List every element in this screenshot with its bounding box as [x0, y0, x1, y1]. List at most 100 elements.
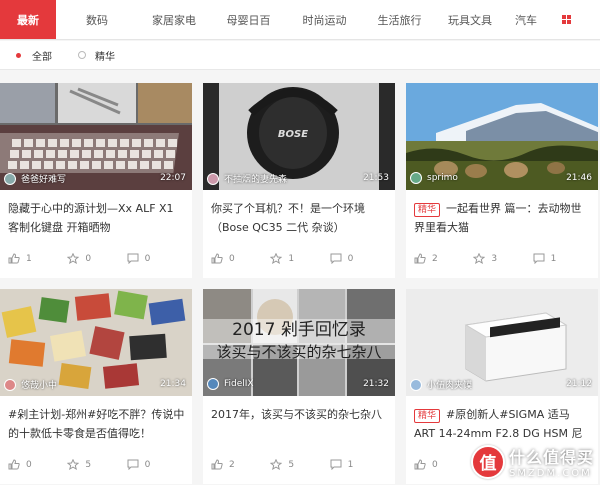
- post-time: 21:12: [566, 379, 592, 389]
- favorite-button[interactable]: 5: [67, 459, 126, 470]
- collage-caption-line1: 2017 剁手回忆录: [232, 320, 366, 340]
- grid-view-icon[interactable]: [549, 0, 583, 39]
- article-title[interactable]: 你买了个耳机？不！是一个环境（Bose QC35 二代 杂谈）: [211, 199, 389, 239]
- star-icon: [67, 253, 80, 264]
- tab-latest[interactable]: 最新: [0, 0, 56, 39]
- favorite-button[interactable]: 5: [270, 459, 329, 470]
- article-title[interactable]: 隐藏于心中的源计划—Xx ALF X1 客制化键盘 开箱晒物: [8, 199, 186, 239]
- like-count: 2: [432, 253, 438, 264]
- comment-count: 0: [144, 459, 151, 470]
- like-count: 0: [432, 459, 438, 470]
- card-author[interactable]: FidelIX: [207, 378, 254, 390]
- author-name: 小伍肉夹馍: [427, 381, 473, 391]
- tab-toys-stationery[interactable]: 玩具文具: [437, 0, 503, 39]
- tab-life-travel[interactable]: 生活旅行: [362, 0, 437, 39]
- article-card[interactable]: 2017 剁手回忆录 该买与不该买的杂七杂八 FidelIX 21:32 201…: [203, 289, 395, 484]
- comment-icon: [330, 459, 342, 470]
- thumbs-up-icon: [8, 253, 20, 264]
- author-name: 爸爸好难写: [21, 175, 67, 185]
- article-title-text: 你买了个耳机？不！是一个环境（Bose QC35 二代 杂谈）: [211, 202, 365, 234]
- favorite-count: 0: [85, 253, 92, 264]
- card-author[interactable]: 不抽烟的妻先森: [207, 172, 287, 185]
- star-icon: [270, 459, 283, 470]
- filter-all[interactable]: 全部: [14, 48, 52, 63]
- tab-home-appliance[interactable]: 家居家电: [138, 0, 210, 39]
- article-title-text: #剁主计划-郑州#好吃不胖？传说中的十款低卡零食是否值得吃！: [8, 408, 185, 440]
- filter-row: 全部 精华: [0, 41, 600, 70]
- avatar: [207, 172, 219, 185]
- comment-button[interactable]: 0: [127, 459, 186, 470]
- card-stats: 1 0 0: [8, 253, 186, 264]
- card-stats: 0 1 0: [211, 253, 389, 264]
- radio-selected-icon: [16, 52, 21, 58]
- avatar: [410, 172, 422, 184]
- like-count: 2: [229, 459, 235, 470]
- like-button[interactable]: 1: [8, 253, 67, 264]
- card-stats: 2 3 1: [414, 253, 592, 264]
- article-title[interactable]: 2017年，该买与不该买的杂七杂八: [211, 405, 389, 445]
- filter-featured[interactable]: 精华: [78, 48, 115, 63]
- post-time: 21:46: [566, 173, 592, 183]
- article-title[interactable]: #剁主计划-郑州#好吃不胖？传说中的十款低卡零食是否值得吃！: [8, 405, 186, 445]
- author-name: sprimo: [427, 173, 458, 183]
- avatar: [4, 172, 16, 185]
- comment-button[interactable]: 0: [330, 253, 389, 264]
- article-card[interactable]: BOSE 不抽烟的妻先森 21:53 你买了个耳机？不！是一个环境（Bose Q…: [203, 83, 395, 278]
- card-author[interactable]: sprimo: [410, 172, 458, 184]
- post-time: 21:53: [363, 173, 389, 183]
- comment-button[interactable]: 1: [330, 459, 389, 470]
- watermark-line1: 什么值得买: [508, 448, 594, 467]
- category-tabs: 最新 数码 家居家电 母婴日百 时尚运动 生活旅行 玩具文具 汽车: [0, 0, 600, 40]
- avatar: [4, 378, 16, 391]
- comment-icon: [127, 459, 139, 470]
- article-card[interactable]: 悠哉小中 21:34 #剁主计划-郑州#好吃不胖？传说中的十款低卡零食是否值得吃…: [0, 289, 192, 484]
- thumbs-up-icon: [8, 459, 20, 470]
- favorite-button[interactable]: 0: [67, 253, 126, 264]
- favorite-button[interactable]: 3: [473, 253, 532, 264]
- card-author[interactable]: 小伍肉夹馍: [410, 378, 472, 391]
- like-count: 0: [26, 459, 32, 470]
- avatar: [207, 378, 219, 390]
- comment-count: 0: [144, 253, 151, 264]
- card-author[interactable]: 悠哉小中: [4, 378, 57, 391]
- article-title-text: 隐藏于心中的源计划—Xx ALF X1 客制化键盘 开箱晒物: [8, 202, 174, 234]
- like-count: 1: [26, 253, 32, 264]
- card-stats: 2 5 1: [211, 459, 389, 470]
- tab-auto[interactable]: 汽车: [503, 0, 549, 39]
- comment-icon: [127, 253, 139, 264]
- post-time: 22:07: [160, 173, 186, 183]
- like-button[interactable]: 0: [211, 253, 270, 264]
- article-title[interactable]: 精华 #原创新人#SIGMA 适马 ART 14-24mm F2.8 DG HSM…: [414, 405, 592, 445]
- comment-button[interactable]: 1: [533, 253, 592, 264]
- tab-fashion-sports[interactable]: 时尚运动: [287, 0, 362, 39]
- like-button[interactable]: 2: [211, 459, 270, 470]
- watermark-seal-icon: 值: [470, 444, 505, 479]
- site-watermark: 值 什么值得买 SMZDM.COM: [470, 444, 594, 479]
- article-title[interactable]: 精华 一起看世界 篇一：去动物世界里看大猫: [414, 199, 592, 239]
- post-time: 21:32: [363, 379, 389, 389]
- article-card[interactable]: 爸爸好难写 22:07 隐藏于心中的源计划—Xx ALF X1 客制化键盘 开箱…: [0, 83, 192, 278]
- author-name: FidelIX: [224, 379, 254, 389]
- featured-badge: 精华: [414, 409, 441, 423]
- favorite-count: 5: [288, 459, 295, 470]
- watermark-line2: SMZDM.COM: [508, 468, 592, 479]
- thumbs-up-icon: [211, 253, 223, 264]
- article-card[interactable]: sprimo 21:46 精华 一起看世界 篇一：去动物世界里看大猫 2 3 1: [406, 83, 598, 278]
- favorite-button[interactable]: 1: [270, 253, 329, 264]
- comment-button[interactable]: 0: [127, 253, 186, 264]
- favorite-count: 3: [491, 253, 498, 264]
- image-brand-text: BOSE: [278, 129, 308, 140]
- card-author[interactable]: 爸爸好难写: [4, 172, 66, 185]
- like-button[interactable]: 0: [8, 459, 67, 470]
- comment-count: 1: [347, 459, 354, 470]
- post-time: 21:34: [160, 379, 186, 389]
- collage-caption-line2: 该买与不该买的杂七杂八: [216, 343, 381, 361]
- tab-baby-daily[interactable]: 母婴日百: [210, 0, 287, 39]
- tab-digital[interactable]: 数码: [56, 0, 138, 39]
- like-button[interactable]: 2: [414, 253, 473, 264]
- radio-unselected-icon: [78, 51, 86, 59]
- author-name: 不抽烟的妻先森: [224, 175, 288, 185]
- star-icon: [473, 253, 486, 264]
- like-button[interactable]: 0: [414, 459, 476, 470]
- thumbs-up-icon: [414, 253, 426, 264]
